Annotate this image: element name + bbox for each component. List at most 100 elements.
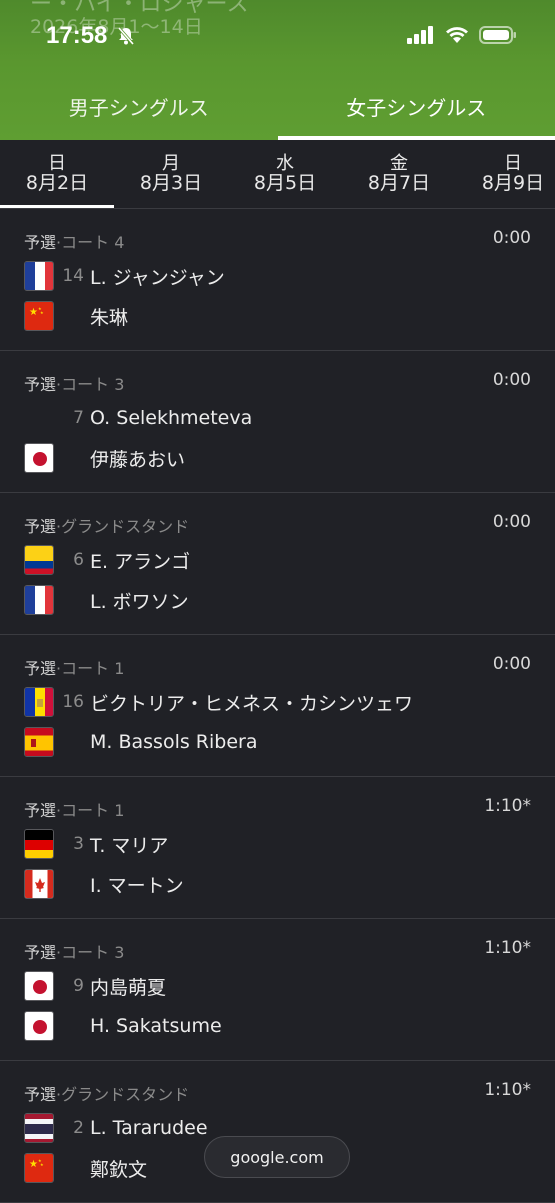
flag-cn-icon: ★★★ — [24, 301, 54, 331]
match-time: 1:10* — [484, 796, 531, 816]
match-card[interactable]: 予選·コート 1 0:00 16 ビクトリア・ヒメネス・カシンツェワ M. Ba… — [0, 635, 555, 777]
date-tab-2[interactable]: 月 8月3日 — [114, 140, 228, 208]
player-row: 9 内島萌夏 — [24, 971, 166, 1001]
court-label: コート 1 — [61, 801, 124, 820]
player-row: ★★★ 鄭欽文 — [24, 1153, 147, 1183]
header-bar: ー・ハイ・ロシャース 2026年8月1〜14日 17:58 — [0, 0, 555, 140]
flag-placeholder — [24, 403, 54, 433]
flag-co-icon — [24, 545, 54, 575]
player-row: L. ボワソン — [24, 585, 189, 615]
svg-text:★: ★ — [40, 1162, 44, 1167]
match-card[interactable]: 予選·コート 4 0:00 14 L. ジャンジャン ★★★ 朱琳 — [0, 209, 555, 351]
round-label: 予選 — [24, 517, 56, 536]
date-tab-1[interactable]: 日 8月2日 — [0, 140, 114, 208]
flag-ad-icon — [24, 687, 54, 717]
gender-tabs: 男子シングルス 女子シングルス — [0, 72, 555, 140]
player-name: H. Sakatsume — [90, 1015, 222, 1037]
date-weekday: 金 — [390, 154, 408, 174]
player-name: 鄭欽文 — [90, 1155, 147, 1182]
player-row: 7 O. Selekhmeteva — [24, 403, 252, 433]
match-time: 1:10* — [484, 938, 531, 958]
court-label: グランドスタンド — [61, 517, 189, 536]
round-label: 予選 — [24, 659, 56, 678]
status-icons — [407, 26, 517, 48]
player-name: E. アランゴ — [90, 547, 190, 574]
court-label: コート 1 — [61, 659, 124, 678]
date-tab-5[interactable]: 日 8月9日 — [456, 140, 555, 208]
match-card[interactable]: 予選·グランドスタンド 1:10* 2 L. Tararudee ★★★ 鄭欽文 — [0, 1061, 555, 1203]
wifi-icon — [445, 26, 469, 48]
svg-text:★: ★ — [40, 310, 44, 315]
bell-muted-icon — [116, 26, 136, 50]
match-card[interactable]: 予選·コート 3 1:10* 9 内島萌夏 H. Sakatsume — [0, 919, 555, 1061]
status-time: 17:58 — [46, 22, 107, 50]
player-name: O. Selekhmeteva — [90, 407, 252, 429]
player-name: L. ジャンジャン — [90, 263, 225, 290]
court-label: コート 4 — [61, 233, 124, 252]
round-label: 予選 — [24, 801, 56, 820]
court-label: コート 3 — [61, 943, 124, 962]
date-tab-3[interactable]: 水 8月5日 — [228, 140, 342, 208]
match-round: 予選·コート 1 — [24, 797, 124, 821]
player-name: T. マリア — [90, 831, 168, 858]
match-round: 予選·コート 3 — [24, 939, 124, 963]
round-label: 予選 — [24, 233, 56, 252]
player-row: 3 T. マリア — [24, 829, 168, 859]
player-row: ★★★ 朱琳 — [24, 301, 128, 331]
player-row: I. マートン — [24, 869, 184, 899]
flag-jp-icon — [24, 1011, 54, 1041]
flag-fr-icon — [24, 585, 54, 615]
round-label: 予選 — [24, 1085, 56, 1104]
date-label: 8月3日 — [140, 173, 202, 194]
flag-cn-icon: ★★★ — [24, 1153, 54, 1183]
battery-icon — [479, 26, 517, 48]
date-label: 8月5日 — [254, 173, 316, 194]
court-label: コート 3 — [61, 375, 124, 394]
svg-text:★: ★ — [29, 307, 38, 318]
player-name: M. Bassols Ribera — [90, 731, 257, 753]
player-seed: 7 — [54, 408, 84, 428]
player-row: 16 ビクトリア・ヒメネス・カシンツェワ — [24, 687, 413, 717]
player-seed: 14 — [54, 266, 84, 286]
player-row: H. Sakatsume — [24, 1011, 222, 1041]
match-time: 0:00 — [493, 512, 531, 532]
player-seed: 6 — [54, 550, 84, 570]
signal-icon — [407, 26, 435, 48]
flag-jp-icon — [24, 443, 54, 473]
match-round: 予選·コート 3 — [24, 371, 124, 395]
match-list: 予選·コート 4 0:00 14 L. ジャンジャン ★★★ 朱琳 予選·コート… — [0, 209, 555, 1203]
court-label: グランドスタンド — [61, 1085, 189, 1104]
flag-th-icon — [24, 1113, 54, 1143]
match-time: 1:10* — [484, 1080, 531, 1100]
date-tab-4[interactable]: 金 8月7日 — [342, 140, 456, 208]
match-round: 予選·コート 4 — [24, 229, 124, 253]
player-name: 内島萌夏 — [90, 973, 166, 1000]
player-name: ビクトリア・ヒメネス・カシンツェワ — [90, 689, 413, 716]
match-card[interactable]: 予選·コート 1 1:10* 3 T. マリア I. マートン — [0, 777, 555, 919]
date-weekday: 水 — [276, 154, 294, 174]
date-label: 8月7日 — [368, 173, 430, 194]
player-row: M. Bassols Ribera — [24, 727, 257, 757]
player-seed: 16 — [54, 692, 84, 712]
url-pill[interactable]: google.com — [204, 1136, 350, 1178]
player-row: 2 L. Tararudee — [24, 1113, 208, 1143]
match-time: 0:00 — [493, 654, 531, 674]
match-card[interactable]: 予選·グランドスタンド 0:00 6 E. アランゴ L. ボワソン — [0, 493, 555, 635]
player-row: 6 E. アランゴ — [24, 545, 190, 575]
match-round: 予選·グランドスタンド — [24, 513, 189, 537]
player-name: I. マートン — [90, 871, 184, 898]
match-time: 0:00 — [493, 228, 531, 248]
date-weekday: 月 — [162, 154, 180, 174]
flag-de-icon — [24, 829, 54, 859]
round-label: 予選 — [24, 943, 56, 962]
date-selector: 日 8月2日 月 8月3日 水 8月5日 金 8月7日 日 8月9日 — [0, 140, 555, 209]
flag-jp-icon — [24, 971, 54, 1001]
player-seed: 9 — [54, 976, 84, 996]
date-label: 8月9日 — [482, 173, 544, 194]
player-seed: 3 — [54, 834, 84, 854]
match-card[interactable]: 予選·コート 3 0:00 7 O. Selekhmeteva 伊藤あおい — [0, 351, 555, 493]
player-name: L. ボワソン — [90, 587, 189, 614]
tab-mens-singles[interactable]: 男子シングルス — [0, 72, 278, 140]
tab-womens-singles[interactable]: 女子シングルス — [278, 72, 555, 140]
date-weekday: 日 — [48, 154, 66, 174]
